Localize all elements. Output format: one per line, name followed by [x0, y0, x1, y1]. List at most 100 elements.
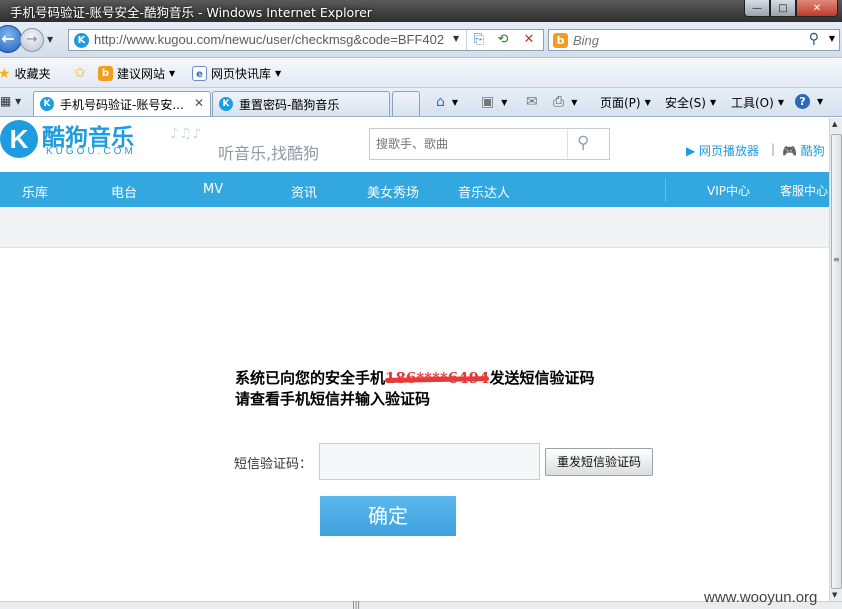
search-icon[interactable]: ⚲: [577, 133, 589, 153]
verify-message: 系统已向您的安全手机186****6494发送短信验证码 请查看手机短信并输入验…: [235, 368, 594, 410]
music-notes-decoration-icon: ♪ ♫ ♪: [170, 126, 201, 142]
home-icon: ⌂: [436, 94, 445, 110]
chevron-down-icon: ▼: [571, 97, 578, 107]
address-bar[interactable]: K http://www.kugou.com/newuc/user/checkm…: [68, 29, 544, 51]
suggested-sites-button[interactable]: b 建议网站 ▼: [98, 65, 175, 82]
print-button[interactable]: ⎙ ▼: [553, 94, 577, 110]
favorites-bar: ★ 收藏夹 ✩ b 建议网站 ▼ e 网页快讯库 ▼: [0, 59, 842, 88]
favorites-star-icon: ★: [0, 65, 11, 82]
mail-icon: ✉: [526, 94, 538, 110]
maximize-button[interactable]: □: [770, 0, 796, 17]
tab-bar: ▦ ▾ K 手机号码验证-账号安... ✕ K 重置密码-酷狗音乐 ⌂ ▼ ▣ ▼ …: [0, 88, 842, 117]
redacted-phone-number: 186****6494: [385, 369, 490, 387]
navigation-bar: ← → ▼ K http://www.kugou.com/newuc/user/…: [0, 22, 842, 58]
nav-item-music-talent[interactable]: 音乐达人: [458, 182, 510, 201]
new-tab-button[interactable]: [392, 91, 420, 116]
nav-item-news[interactable]: 资讯: [291, 182, 317, 201]
address-separator: [466, 30, 467, 50]
scroll-down-icon[interactable]: ▼: [832, 591, 837, 599]
resend-sms-button[interactable]: 重发短信验证码: [545, 448, 653, 476]
site-logo-subtext: KUGOU.COM: [46, 146, 136, 157]
nav-item-radio[interactable]: 电台: [111, 182, 137, 201]
scroll-up-icon[interactable]: ▲: [832, 120, 837, 128]
tools-menu-label: 工具(O): [731, 96, 774, 110]
kugou-game-link[interactable]: 🎮 酷狗: [782, 142, 825, 159]
nav-item-customer-service[interactable]: 客服中心: [780, 182, 828, 199]
search-icon[interactable]: ⚲: [809, 31, 819, 47]
read-mail-button[interactable]: ✉: [526, 94, 541, 110]
header-divider: |: [771, 142, 776, 156]
site-nav-bar: 乐库 电台 MV 资讯 美女秀场 音乐达人 VIP中心 客服中心: [0, 172, 829, 207]
sms-code-input[interactable]: [319, 443, 540, 480]
nav-item-vip[interactable]: VIP中心: [707, 182, 750, 199]
address-url[interactable]: http://www.kugou.com/newuc/user/checkmsg…: [94, 32, 450, 47]
stop-icon[interactable]: ✕: [520, 31, 538, 49]
verify-message-line2: 请查看手机短信并输入验证码: [235, 390, 431, 408]
close-window-button[interactable]: ✕: [796, 0, 838, 17]
chevron-down-icon: ▼: [275, 69, 282, 78]
back-button[interactable]: ←: [0, 25, 22, 53]
recent-pages-dropdown-icon[interactable]: ▼: [47, 35, 53, 44]
tab-label: 手机号码验证-账号安...: [60, 97, 184, 112]
window-title-bar: 手机号码验证-账号安全-酷狗音乐 - Windows Internet Expl…: [0, 0, 842, 22]
search-options-dropdown-icon[interactable]: ▼: [829, 34, 835, 43]
compatibility-view-icon[interactable]: ⎘: [470, 31, 488, 49]
kugou-favicon-icon: K: [219, 97, 233, 111]
web-slice-gallery-button[interactable]: e 网页快讯库 ▼: [192, 65, 281, 82]
search-box[interactable]: b ⚲ ▼: [548, 29, 840, 51]
home-button[interactable]: ⌂ ▼: [436, 94, 458, 110]
site-search-box[interactable]: ⚲: [369, 128, 610, 160]
kugou-favicon-icon: K: [40, 97, 54, 111]
nav-item-library[interactable]: 乐库: [22, 182, 48, 201]
bing-icon: b: [98, 66, 113, 81]
verify-message-line1: 系统已向您的安全手机186****6494发送短信验证码: [235, 368, 594, 389]
bing-logo-icon: b: [553, 33, 568, 48]
site-search-input[interactable]: [376, 136, 566, 152]
search-input[interactable]: [573, 32, 803, 48]
favorites-label: 收藏夹: [14, 67, 51, 81]
confirm-button[interactable]: 确定: [320, 496, 456, 536]
url-path: /newuc/user/checkmsg&code=BFF402: [221, 32, 445, 47]
site-favicon-icon: K: [74, 33, 89, 48]
rss-feed-icon: ▣: [481, 94, 495, 110]
close-tab-icon[interactable]: ✕: [194, 96, 204, 110]
printer-icon: ⎙: [553, 94, 565, 110]
tab-label: 重置密码-酷狗音乐: [239, 97, 340, 112]
safety-menu[interactable]: 安全(S) ▼: [665, 94, 716, 111]
chevron-down-icon: ▼: [169, 69, 176, 78]
url-host: http://www.kugou.com: [94, 32, 222, 47]
scrollbar-thumb[interactable]: [831, 134, 842, 589]
tab-reset-password[interactable]: K 重置密码-酷狗音乐: [212, 91, 390, 116]
nav-item-mv[interactable]: MV: [203, 182, 223, 197]
safety-menu-label: 安全(S): [665, 96, 706, 110]
tools-menu[interactable]: 工具(O) ▼: [731, 94, 784, 111]
window-controls: — □ ✕: [744, 0, 838, 17]
chevron-down-icon: ▼: [709, 98, 717, 107]
page-menu[interactable]: 页面(P) ▼: [600, 94, 651, 111]
vertical-scrollbar[interactable]: ▲ ≡ ▼: [829, 118, 842, 601]
web-slice-label: 网页快讯库: [211, 67, 272, 81]
feeds-button[interactable]: ▣ ▼: [481, 94, 507, 110]
minimize-button[interactable]: —: [744, 0, 770, 17]
quick-tabs-icon[interactable]: ▦ ▾: [0, 94, 21, 108]
page-menu-label: 页面(P): [600, 96, 641, 110]
refresh-icon[interactable]: ⟲: [494, 31, 512, 49]
address-dropdown-icon[interactable]: ▼: [453, 34, 459, 43]
web-player-link[interactable]: ▶ 网页播放器: [686, 142, 759, 159]
help-button[interactable]: ? ▼: [795, 94, 823, 109]
kugou-game-label: 酷狗: [800, 144, 825, 158]
window-title: 手机号码验证-账号安全-酷狗音乐 - Windows Internet Expl…: [10, 5, 372, 20]
chevron-down-icon: ▼: [501, 97, 508, 107]
nav-item-show[interactable]: 美女秀场: [367, 182, 419, 201]
forward-button[interactable]: →: [20, 28, 44, 52]
favorites-button[interactable]: ★ 收藏夹: [0, 65, 51, 82]
watermark: www.wooyun.org: [704, 589, 818, 606]
verify-prefix: 系统已向您的安全手机: [235, 369, 386, 387]
suggested-sites-label: 建议网站: [117, 67, 166, 81]
verify-suffix: 发送短信验证码: [489, 369, 595, 387]
add-favorite-icon: ✩: [74, 65, 86, 81]
scroll-grip-icon: |||: [352, 600, 361, 609]
kugou-logo-icon[interactable]: K: [0, 120, 38, 158]
tab-phone-verify[interactable]: K 手机号码验证-账号安... ✕: [33, 91, 211, 116]
add-to-favorites-bar-button[interactable]: ✩: [74, 65, 90, 81]
